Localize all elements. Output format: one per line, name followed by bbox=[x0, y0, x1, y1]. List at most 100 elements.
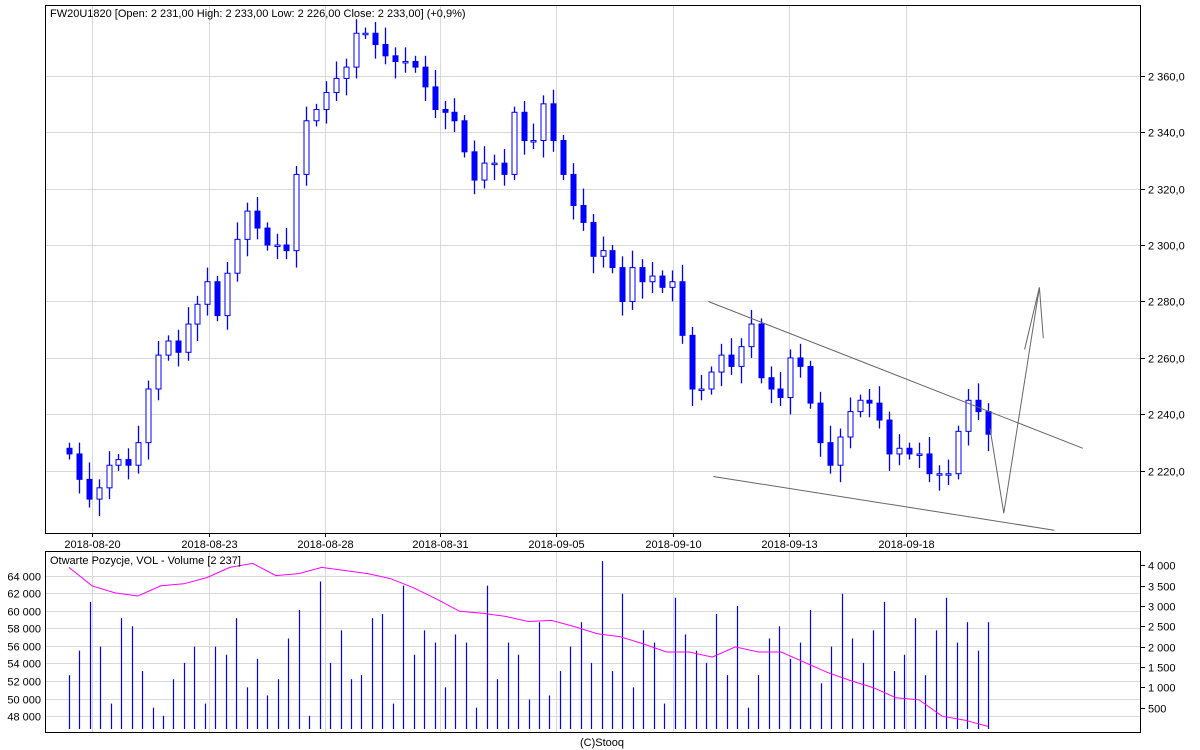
candle-down bbox=[886, 419, 893, 455]
candle-up bbox=[303, 120, 310, 175]
candle-up bbox=[194, 303, 201, 325]
volume-tick-label: 4 000 bbox=[1148, 561, 1176, 573]
candle-down bbox=[679, 281, 686, 336]
candle-down bbox=[797, 357, 804, 367]
candle-down bbox=[570, 173, 577, 206]
candle-down bbox=[580, 204, 587, 223]
candle-down bbox=[501, 162, 508, 175]
volume-tick-label: 3 500 bbox=[1148, 582, 1176, 594]
candle-down bbox=[66, 447, 73, 455]
candle-up bbox=[135, 442, 142, 466]
candle-up bbox=[293, 173, 300, 252]
candle-down bbox=[125, 459, 132, 466]
candle-up bbox=[857, 399, 864, 413]
candle-down bbox=[817, 402, 824, 444]
candle-down bbox=[412, 60, 419, 68]
date-tick-label: 2018-09-10 bbox=[645, 539, 701, 551]
candles bbox=[66, 19, 992, 517]
candle-down bbox=[866, 399, 873, 404]
candle-down bbox=[975, 399, 982, 413]
candle-down bbox=[392, 55, 399, 62]
candle-up bbox=[313, 108, 320, 122]
candle-down bbox=[451, 111, 458, 122]
candle-up bbox=[204, 281, 211, 305]
open-interest-line bbox=[68, 562, 989, 727]
volume-bars bbox=[68, 561, 990, 729]
open-interest-axis: 48 000 50 000 52 000 54 000 56 000 58 000 60 0… bbox=[7, 572, 41, 724]
volume-chart-title: Otwarte Pozycje, VOL - Volume [2 237] bbox=[50, 555, 241, 567]
volume-tick-label: 500 bbox=[1148, 704, 1166, 716]
candle-down bbox=[471, 151, 478, 181]
projection-arrow-wing bbox=[1024, 287, 1040, 350]
oi-tick-label: 50 000 bbox=[7, 695, 41, 707]
candle-up bbox=[274, 244, 281, 247]
candle-up bbox=[362, 32, 369, 36]
candle-down bbox=[214, 281, 221, 317]
candle-down bbox=[461, 120, 468, 153]
oi-tick-label: 54 000 bbox=[7, 659, 41, 671]
price-tick-label: 2 300,0 bbox=[1148, 241, 1185, 253]
candle-down bbox=[619, 267, 626, 302]
candle-up bbox=[96, 487, 103, 500]
candle-up bbox=[145, 388, 152, 444]
candle-up bbox=[669, 281, 676, 288]
volume-axis: 500 1 000 1 500 2 000 2 500 3 000 3 500 4 000 bbox=[1140, 561, 1176, 716]
candle-down bbox=[777, 388, 784, 398]
volume-tick-label: 2 000 bbox=[1148, 643, 1176, 655]
candle-down bbox=[609, 250, 616, 269]
candle-down bbox=[264, 227, 271, 246]
candle-down bbox=[283, 244, 290, 252]
candle-up bbox=[955, 430, 962, 475]
copyright-footer: (C)Stooq bbox=[580, 737, 624, 749]
date-tick-label: 2018-09-18 bbox=[878, 539, 934, 551]
projection-path bbox=[989, 287, 1044, 514]
candle-up bbox=[106, 464, 113, 489]
oi-tick-label: 48 000 bbox=[7, 712, 41, 724]
candle-down bbox=[86, 478, 93, 500]
candle-up bbox=[945, 473, 952, 476]
price-axis: 2 220,0 2 240,0 2 260,0 2 280,0 2 300,0 2 320… bbox=[1140, 72, 1185, 479]
volume-tick-label: 3 000 bbox=[1148, 602, 1176, 614]
date-tick-label: 2018-08-31 bbox=[412, 539, 468, 551]
candle-up bbox=[540, 103, 547, 142]
candle-up bbox=[718, 354, 725, 373]
volume-tick-label: 1 000 bbox=[1148, 683, 1176, 695]
candle-down bbox=[758, 323, 765, 379]
oi-tick-label: 58 000 bbox=[7, 624, 41, 636]
oi-tick-label: 64 000 bbox=[7, 572, 41, 584]
candle-up bbox=[491, 162, 498, 166]
candle-up bbox=[530, 140, 537, 143]
candle-up bbox=[708, 371, 715, 390]
candle-up bbox=[738, 346, 745, 367]
price-tick-label: 2 240,0 bbox=[1148, 410, 1185, 422]
candle-down bbox=[76, 453, 83, 480]
date-tick-label: 2018-08-20 bbox=[64, 539, 120, 551]
candle-down bbox=[876, 402, 883, 421]
oi-tick-label: 56 000 bbox=[7, 642, 41, 654]
date-tick-label: 2018-09-05 bbox=[528, 539, 584, 551]
candle-down bbox=[827, 442, 834, 466]
price-tick-label: 2 360,0 bbox=[1148, 72, 1185, 84]
price-tick-label: 2 220,0 bbox=[1148, 467, 1185, 479]
candle-down bbox=[639, 267, 646, 283]
candle-down bbox=[590, 221, 597, 257]
candle-up bbox=[323, 92, 330, 110]
candle-down bbox=[432, 86, 439, 110]
candle-down bbox=[689, 334, 696, 390]
lower-trendline bbox=[713, 476, 1055, 531]
drawings bbox=[708, 287, 1084, 531]
candle-up bbox=[649, 275, 656, 283]
candle-up bbox=[936, 473, 943, 476]
candle-down bbox=[807, 365, 814, 404]
candle-up bbox=[234, 238, 241, 274]
candle-up bbox=[353, 32, 360, 68]
candle-down bbox=[728, 354, 735, 367]
oi-tick-label: 52 000 bbox=[7, 677, 41, 689]
candle-up bbox=[847, 411, 854, 438]
candle-up bbox=[916, 453, 923, 456]
volume-tick-label: 2 500 bbox=[1148, 622, 1176, 634]
candle-down bbox=[442, 108, 449, 113]
candle-up bbox=[343, 66, 350, 79]
candle-down bbox=[550, 103, 557, 142]
candle-up bbox=[165, 340, 172, 356]
